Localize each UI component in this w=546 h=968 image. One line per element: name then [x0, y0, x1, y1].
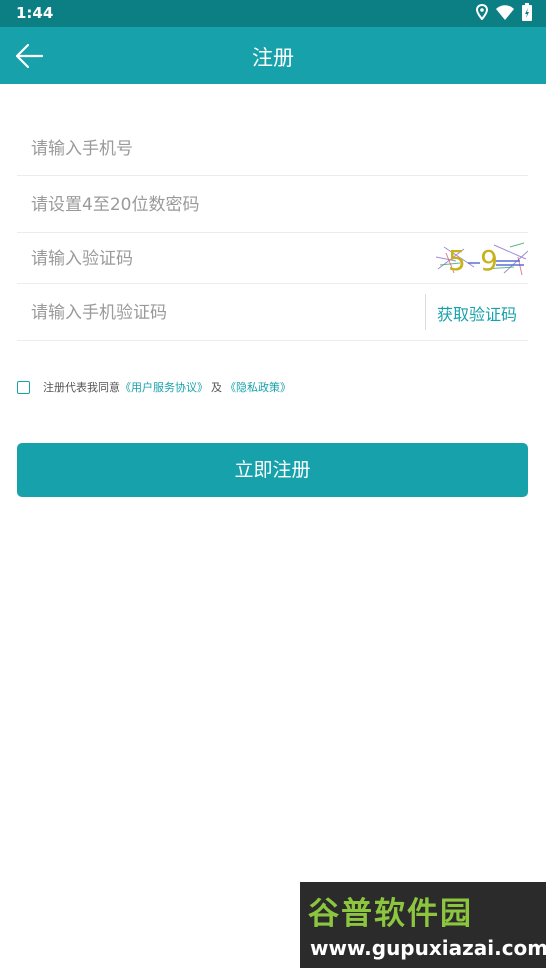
- captcha-input[interactable]: [29, 233, 393, 285]
- password-field: [17, 176, 528, 234]
- get-code-button[interactable]: 获取验证码: [437, 301, 517, 325]
- status-icons: [475, 3, 532, 25]
- location-icon: [475, 3, 489, 24]
- privacy-link[interactable]: 《隐私政策》: [225, 379, 291, 395]
- status-time: 1:44: [16, 4, 54, 22]
- register-button[interactable]: 立即注册: [17, 443, 528, 497]
- watermark-title: 谷普软件园: [308, 896, 473, 932]
- phone-input[interactable]: [29, 120, 252, 177]
- sms-code-field: 获取验证码: [17, 284, 528, 342]
- agreement-and: 及: [211, 381, 222, 394]
- agreement-row: 注册代表我同意 《用户服务协议》 及 《隐私政策》: [17, 378, 291, 396]
- watermark: 谷普软件园 www.gupuxiazai.com: [300, 882, 546, 968]
- app-bar: 注册: [0, 27, 546, 84]
- wifi-icon: [496, 4, 514, 24]
- battery-icon: [522, 3, 532, 25]
- sms-code-input[interactable]: [29, 284, 413, 342]
- phone-field: [17, 120, 528, 177]
- captcha-field: 59: [17, 233, 529, 285]
- captcha-text: 59: [448, 244, 498, 277]
- page-title: 注册: [252, 46, 294, 70]
- password-input[interactable]: [29, 176, 252, 234]
- captcha-image[interactable]: 59: [434, 239, 529, 277]
- status-bar: 1:44: [0, 0, 546, 27]
- terms-link[interactable]: 《用户服务协议》: [120, 379, 208, 395]
- agreement-prefix: 注册代表我同意: [43, 381, 120, 394]
- watermark-url: www.gupuxiazai.com: [310, 936, 546, 960]
- agreement-checkbox[interactable]: [17, 380, 30, 394]
- sms-divider: [425, 294, 426, 330]
